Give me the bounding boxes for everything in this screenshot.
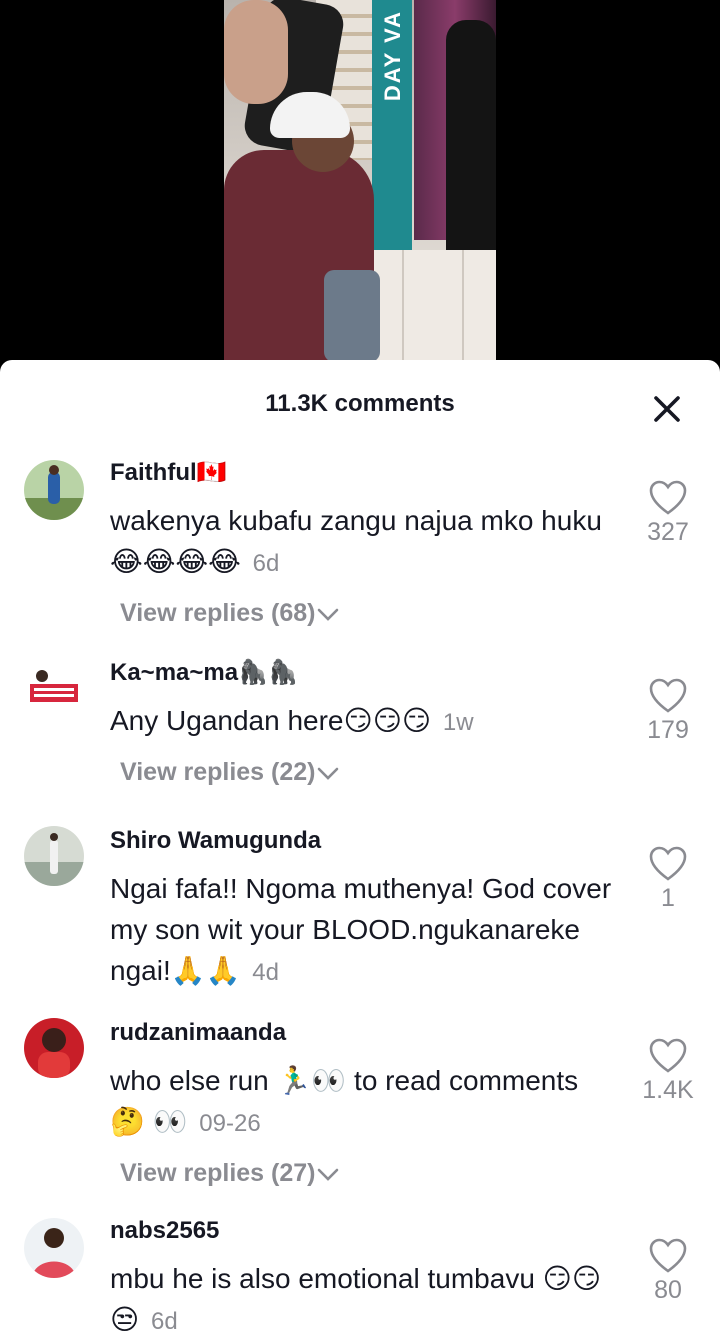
comment-username[interactable]: Shiro Wamugunda [110,826,620,856]
comment-text-content: Ngai fafa!! Ngoma muthenya! God cover my… [110,873,612,986]
like-count: 1 [661,884,675,912]
view-replies-label: View replies (22) [120,758,316,786]
view-replies-label: View replies (27) [120,1159,316,1187]
thumbs-up-hand [224,0,288,104]
avatar[interactable] [24,1218,84,1278]
comment-text-content: Any Ugandan here😏😏😏 [110,705,432,736]
heart-icon [649,1038,687,1073]
comment-timestamp: 4d [252,959,279,986]
like-button[interactable]: 1.4K [628,1038,708,1105]
store-banner: DAY VA [372,0,412,250]
comment-username[interactable]: nabs2565 [110,1216,620,1246]
like-count: 179 [647,716,689,744]
comment-timestamp: 09-26 [199,1110,261,1137]
comments-header: 11.3K comments [0,360,720,450]
heart-icon [649,480,687,515]
comment-username[interactable]: Ka~ma~ma🦍🦍 [110,658,620,688]
video-frame[interactable]: DAY VA [224,0,496,362]
avatar[interactable] [24,460,84,520]
comment-text: mbu he is also emotional tumbavu 😏😏😒 6d [110,1258,620,1341]
view-replies-button[interactable]: View replies (22) [120,755,620,790]
comment-text: Any Ugandan here😏😏😏 1w [110,700,620,743]
comment-count-title: 11.3K comments [265,390,455,417]
man-legs [324,270,380,362]
comment-text: wakenya kubafu zangu najua mko huku😂😂😂😂 … [110,500,620,584]
like-button[interactable]: 327 [628,480,708,547]
comment-timestamp: 6d [252,550,280,577]
chevron-down-icon [317,756,339,790]
comment-text-content: mbu he is also emotional tumbavu 😏😏😒 [110,1263,602,1335]
like-count: 80 [654,1276,682,1304]
heart-icon [649,846,687,881]
chevron-down-icon [317,597,339,631]
like-count: 1.4K [642,1076,694,1104]
like-button[interactable]: 179 [628,678,708,745]
comment-text-content: wakenya kubafu zangu najua mko huku😂😂😂😂 [110,505,602,577]
heart-icon [649,678,687,713]
view-replies-label: View replies (68) [120,599,316,627]
heart-icon [649,1238,687,1273]
comment-timestamp: 6d [150,1308,178,1335]
chevron-down-icon [317,1157,339,1191]
view-replies-button[interactable]: View replies (68) [120,596,620,631]
avatar[interactable] [24,658,84,718]
store-banner-text: DAY VA [380,10,405,102]
view-replies-button[interactable]: View replies (27) [120,1156,620,1191]
like-count: 327 [647,518,689,546]
like-button[interactable]: 80 [628,1238,708,1305]
comment-text: who else run 🏃‍♂️👀 to read comments 🤔 👀 … [110,1060,620,1144]
comments-sheet: 11.3K comments Faithful🇨🇦 wakenya kubafu… [0,360,720,1341]
close-icon [654,396,680,422]
comment-text: Ngai fafa!! Ngoma muthenya! God cover my… [110,868,620,993]
close-button[interactable] [646,388,688,430]
comment-username[interactable]: rudzanimaanda [110,1018,620,1048]
comment-username[interactable]: Faithful🇨🇦 [110,458,620,488]
comment-timestamp: 1w [442,709,474,736]
video-player[interactable]: DAY VA [0,0,720,362]
avatar[interactable] [24,826,84,886]
avatar[interactable] [24,1018,84,1078]
like-button[interactable]: 1 [628,846,708,913]
comment-text-content: who else run 🏃‍♂️👀 to read comments 🤔 👀 [110,1065,579,1137]
